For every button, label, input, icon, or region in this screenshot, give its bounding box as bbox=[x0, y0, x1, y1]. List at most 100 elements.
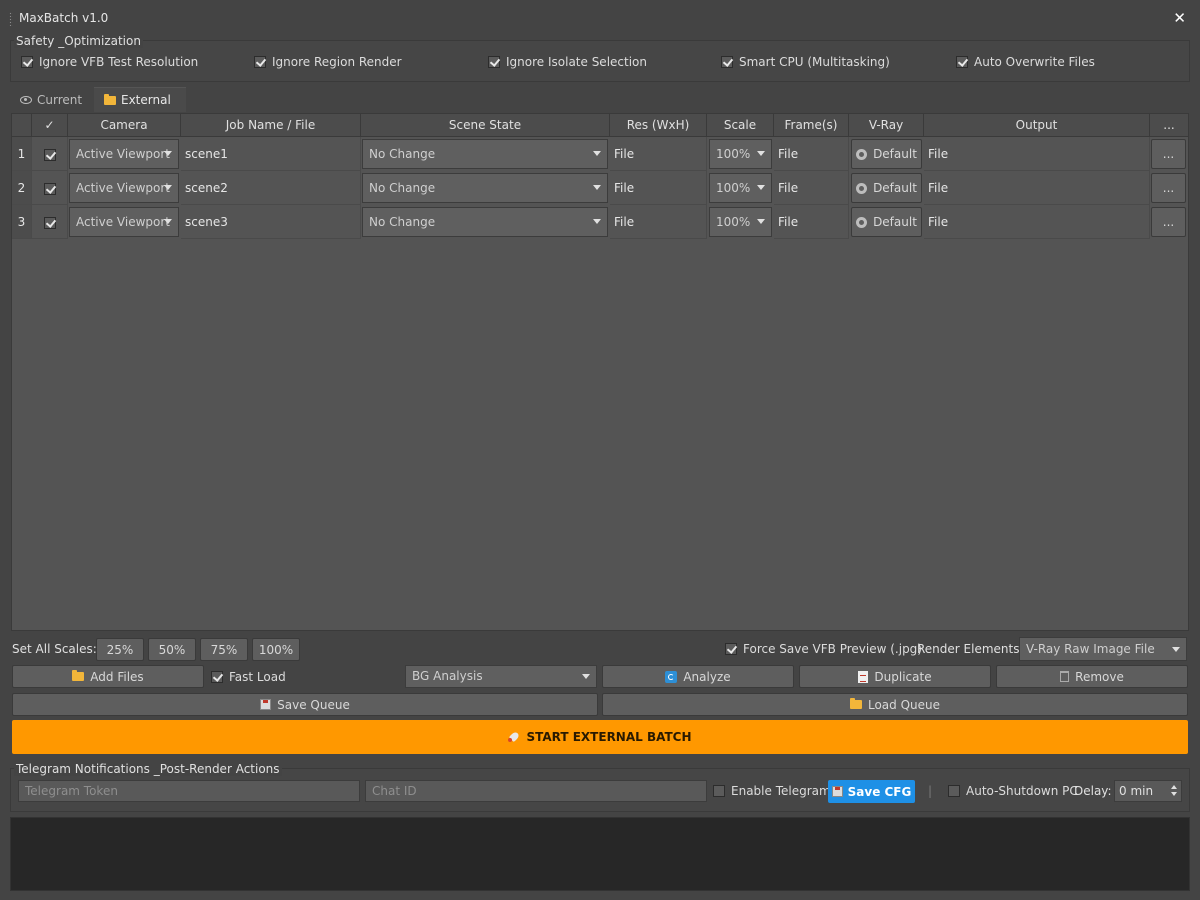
scale-75-button[interactable]: 75% bbox=[200, 638, 248, 661]
separator: | bbox=[928, 784, 933, 798]
scene-state-dropdown[interactable]: No Change bbox=[362, 207, 608, 237]
header-scale[interactable]: Scale bbox=[707, 114, 774, 137]
checkbox-icon[interactable] bbox=[956, 56, 968, 68]
vray-label: Default bbox=[873, 147, 917, 161]
document-icon bbox=[858, 670, 869, 683]
drag-grip-icon[interactable] bbox=[9, 12, 13, 26]
save-cfg-button[interactable]: Save CFG bbox=[828, 780, 915, 803]
row-number: 2 bbox=[12, 171, 32, 205]
save-queue-button[interactable]: Save Queue bbox=[12, 693, 598, 716]
scale-25-button[interactable]: 25% bbox=[96, 638, 144, 661]
chevron-down-icon bbox=[757, 151, 765, 156]
fast-load-toggle[interactable]: Fast Load bbox=[211, 670, 286, 684]
analyze-label: Analyze bbox=[683, 669, 731, 684]
res-value[interactable]: File bbox=[610, 137, 707, 171]
frames-value[interactable]: File bbox=[774, 171, 849, 205]
table-row[interactable]: 3 Active Viewport scene3 No Change File … bbox=[12, 205, 1188, 239]
telegram-group-label: Telegram Notifications _Post-Render Acti… bbox=[14, 762, 282, 776]
safety-option-smart-cpu[interactable]: Smart CPU (Multitasking) bbox=[721, 55, 890, 69]
add-files-button[interactable]: Add Files bbox=[12, 665, 204, 688]
scale-dropdown[interactable]: 100% bbox=[709, 139, 772, 169]
more-button[interactable]: ... bbox=[1151, 139, 1186, 169]
scale-dropdown[interactable]: 100% bbox=[709, 207, 772, 237]
frames-value[interactable]: File bbox=[774, 137, 849, 171]
row-checkbox[interactable] bbox=[43, 216, 56, 229]
header-res[interactable]: Res (WxH) bbox=[610, 114, 707, 137]
tab-external[interactable]: External bbox=[94, 87, 186, 112]
bg-analysis-dropdown[interactable]: BG Analysis bbox=[405, 665, 597, 688]
scene-state-dropdown[interactable]: No Change bbox=[362, 139, 608, 169]
job-table: ✓ Camera Job Name / File Scene State Res… bbox=[11, 113, 1189, 631]
camera-dropdown[interactable]: Active Viewport bbox=[69, 207, 179, 237]
more-button[interactable]: ... bbox=[1151, 207, 1186, 237]
scale-50-button[interactable]: 50% bbox=[148, 638, 196, 661]
output-value[interactable]: File bbox=[924, 171, 1150, 205]
more-button[interactable]: ... bbox=[1151, 173, 1186, 203]
output-value[interactable]: File bbox=[924, 137, 1150, 171]
job-name[interactable]: scene1 bbox=[181, 137, 361, 171]
scale-dropdown[interactable]: 100% bbox=[709, 173, 772, 203]
vray-settings-button[interactable]: Default bbox=[851, 173, 922, 203]
checkbox-icon[interactable] bbox=[254, 56, 266, 68]
close-icon[interactable]: ✕ bbox=[1173, 9, 1186, 27]
render-elements-dropdown[interactable]: V-Ray Raw Image File bbox=[1019, 637, 1187, 661]
fast-load-label: Fast Load bbox=[229, 670, 286, 684]
camera-dropdown[interactable]: Active Viewport bbox=[69, 139, 179, 169]
header-output[interactable]: Output bbox=[924, 114, 1150, 137]
delay-spinbox[interactable]: 0 min bbox=[1114, 780, 1182, 802]
safety-option-region[interactable]: Ignore Region Render bbox=[254, 55, 402, 69]
header-frames[interactable]: Frame(s) bbox=[774, 114, 849, 137]
checkbox-icon[interactable] bbox=[725, 643, 737, 655]
checkbox-icon[interactable] bbox=[948, 785, 960, 797]
vray-settings-button[interactable]: Default bbox=[851, 207, 922, 237]
table-row[interactable]: 1 Active Viewport scene1 No Change File … bbox=[12, 137, 1188, 171]
header-more[interactable]: ... bbox=[1150, 114, 1188, 137]
header-camera[interactable]: Camera bbox=[68, 114, 181, 137]
telegram-token-input[interactable]: Telegram Token bbox=[18, 780, 360, 802]
frames-value[interactable]: File bbox=[774, 205, 849, 239]
spin-up-icon[interactable] bbox=[1171, 785, 1177, 789]
camera-dropdown[interactable]: Active Viewport bbox=[69, 173, 179, 203]
header-check[interactable]: ✓ bbox=[32, 114, 68, 137]
header-vray[interactable]: V-Ray bbox=[849, 114, 924, 137]
load-queue-button[interactable]: Load Queue bbox=[602, 693, 1188, 716]
remove-button[interactable]: Remove bbox=[996, 665, 1188, 688]
row-checkbox[interactable] bbox=[43, 182, 56, 195]
row-checkbox[interactable] bbox=[43, 148, 56, 161]
refresh-icon bbox=[665, 670, 678, 683]
header-scene-state[interactable]: Scene State bbox=[361, 114, 610, 137]
title-bar: MaxBatch v1.0 ✕ bbox=[0, 0, 1200, 36]
enable-telegram-toggle[interactable]: Enable Telegram bbox=[713, 784, 831, 798]
tab-current[interactable]: Current bbox=[10, 87, 94, 112]
checkbox-icon[interactable] bbox=[488, 56, 500, 68]
scale-100-button[interactable]: 100% bbox=[252, 638, 300, 661]
safety-option-isolate[interactable]: Ignore Isolate Selection bbox=[488, 55, 647, 69]
safety-option-label: Auto Overwrite Files bbox=[974, 55, 1095, 69]
auto-shutdown-toggle[interactable]: Auto-Shutdown PC bbox=[948, 784, 1078, 798]
row-number: 3 bbox=[12, 205, 32, 239]
job-name[interactable]: scene2 bbox=[181, 171, 361, 205]
header-job[interactable]: Job Name / File bbox=[181, 114, 361, 137]
safety-option-vfb[interactable]: Ignore VFB Test Resolution bbox=[21, 55, 198, 69]
table-row[interactable]: 2 Active Viewport scene2 No Change File … bbox=[12, 171, 1188, 205]
job-name[interactable]: scene3 bbox=[181, 205, 361, 239]
res-value[interactable]: File bbox=[610, 205, 707, 239]
chevron-down-icon bbox=[757, 219, 765, 224]
scene-state-dropdown[interactable]: No Change bbox=[362, 173, 608, 203]
checkbox-icon[interactable] bbox=[211, 671, 223, 683]
safety-option-label: Smart CPU (Multitasking) bbox=[739, 55, 890, 69]
checkbox-icon[interactable] bbox=[713, 785, 725, 797]
spin-down-icon[interactable] bbox=[1171, 792, 1177, 796]
force-save-vfb-toggle[interactable]: Force Save VFB Preview (.jpg) bbox=[725, 642, 922, 656]
chat-id-input[interactable]: Chat ID bbox=[365, 780, 707, 802]
analyze-button[interactable]: Analyze bbox=[602, 665, 794, 688]
start-external-batch-button[interactable]: START EXTERNAL BATCH bbox=[12, 720, 1188, 754]
set-all-scales-label: Set All Scales: bbox=[12, 642, 97, 656]
output-value[interactable]: File bbox=[924, 205, 1150, 239]
res-value[interactable]: File bbox=[610, 171, 707, 205]
duplicate-button[interactable]: Duplicate bbox=[799, 665, 991, 688]
vray-settings-button[interactable]: Default bbox=[851, 139, 922, 169]
checkbox-icon[interactable] bbox=[721, 56, 733, 68]
safety-option-overwrite[interactable]: Auto Overwrite Files bbox=[956, 55, 1095, 69]
checkbox-icon[interactable] bbox=[21, 56, 33, 68]
